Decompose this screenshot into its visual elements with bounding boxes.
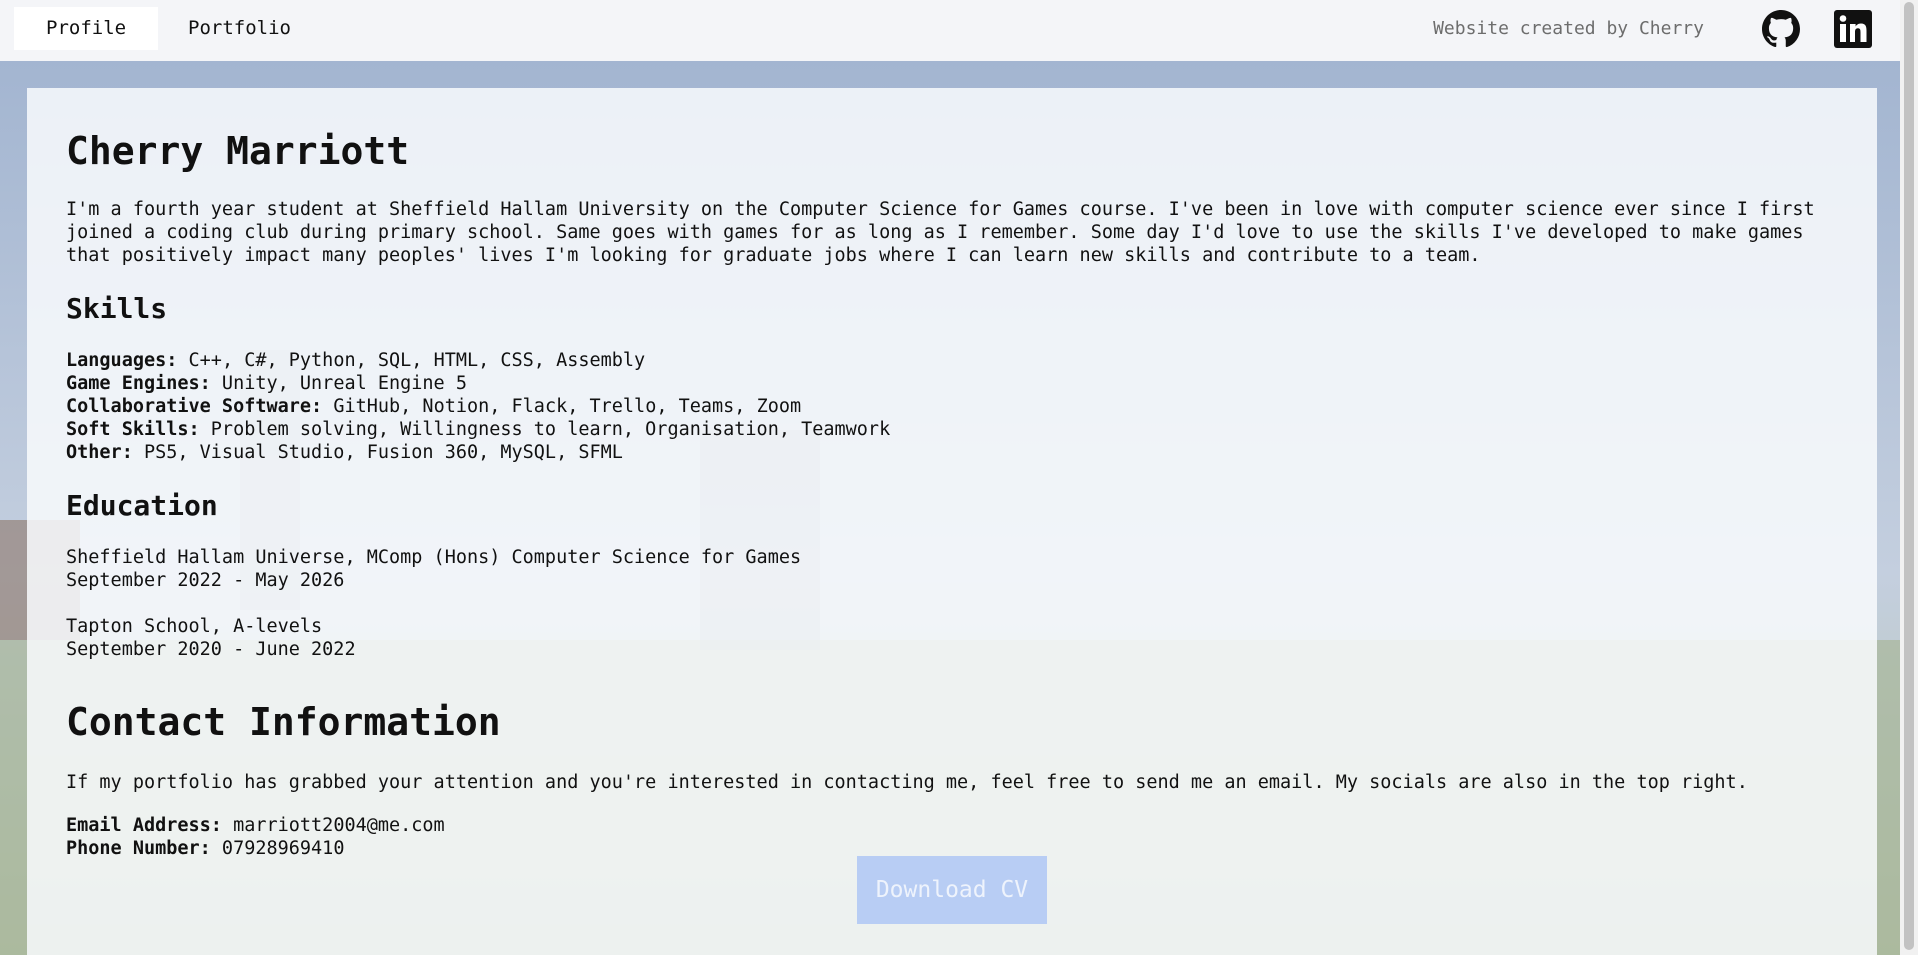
tab-portfolio[interactable]: Portfolio — [156, 7, 323, 50]
site-credit: Website created by Cherry — [1433, 18, 1704, 39]
top-nav-bar: Profile Portfolio Website created by Che… — [0, 0, 1900, 61]
email-value: marriott2004@me.com — [221, 815, 445, 836]
scrollbar-thumb[interactable] — [1904, 2, 1914, 950]
skills-list: Languages: C++, C#, Python, SQL, HTML, C… — [66, 349, 1846, 464]
skill-key: Collaborative Software: — [66, 396, 323, 417]
skill-key: Game Engines: — [66, 373, 211, 394]
skills-heading: Skills — [66, 292, 168, 325]
education-dates: September 2022 - May 2026 — [66, 570, 345, 591]
skill-value: Unity, Unreal Engine 5 — [210, 373, 467, 394]
phone-value: 07928969410 — [210, 838, 345, 859]
education-item: Tapton School, A-levels September 2020 -… — [66, 615, 1846, 661]
skill-key: Soft Skills: — [66, 419, 200, 440]
skill-value: GitHub, Notion, Flack, Trello, Teams, Zo… — [322, 396, 802, 417]
skill-key: Languages: — [66, 350, 178, 371]
education-heading: Education — [66, 489, 218, 522]
skill-value: PS5, Visual Studio, Fusion 360, MySQL, S… — [132, 442, 623, 463]
education-title: Sheffield Hallam Universe, MComp (Hons) … — [66, 547, 802, 568]
contact-heading: Contact Information — [66, 700, 501, 744]
skill-item: Collaborative Software: GitHub, Notion, … — [66, 395, 1846, 418]
education-title: Tapton School, A-levels — [66, 616, 323, 637]
skill-item: Soft Skills: Problem solving, Willingnes… — [66, 418, 1846, 441]
skill-item: Languages: C++, C#, Python, SQL, HTML, C… — [66, 349, 1846, 372]
skill-item: Game Engines: Unity, Unreal Engine 5 — [66, 372, 1846, 395]
download-cv-button[interactable]: Download CV — [857, 856, 1047, 924]
page-scrollbar[interactable] — [1900, 0, 1918, 955]
skill-item: Other: PS5, Visual Studio, Fusion 360, M… — [66, 441, 1846, 464]
contact-intro: If my portfolio has grabbed your attenti… — [66, 772, 1748, 793]
skill-key: Other: — [66, 442, 133, 463]
linkedin-icon[interactable] — [1834, 10, 1872, 48]
github-icon[interactable] — [1762, 10, 1800, 48]
tab-profile[interactable]: Profile — [14, 7, 159, 50]
skill-value: C++, C#, Python, SQL, HTML, CSS, Assembl… — [177, 350, 646, 371]
profile-bio: I'm a fourth year student at Sheffield H… — [66, 199, 1815, 266]
phone-label: Phone Number: — [66, 838, 211, 859]
email-line: Email Address: marriott2004@me.com — [66, 814, 1846, 837]
profile-content: Cherry Marriott I'm a fourth year studen… — [66, 88, 1846, 860]
skill-value: Problem solving, Willingness to learn, O… — [199, 419, 891, 440]
education-item: Sheffield Hallam Universe, MComp (Hons) … — [66, 546, 1846, 592]
email-label: Email Address: — [66, 815, 222, 836]
profile-name: Cherry Marriott — [66, 129, 410, 173]
education-dates: September 2020 - June 2022 — [66, 639, 356, 660]
